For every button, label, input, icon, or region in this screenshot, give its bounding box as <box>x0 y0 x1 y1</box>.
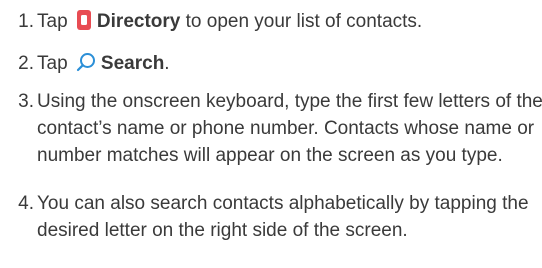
directory-label: Directory <box>96 11 181 32</box>
step-1-number: 1 <box>6 8 34 35</box>
step-3-number: 3 <box>6 88 34 115</box>
step-1-text: Tap Directory to open your list of conta… <box>37 8 422 39</box>
step-2-before: Tap <box>37 53 73 74</box>
step-4-text: You can also search contacts alphabetica… <box>37 193 529 241</box>
step-4: 4 You can also search contacts alphabeti… <box>6 190 542 244</box>
step-1-after: to open your list of contacts. <box>180 11 423 32</box>
step-1-before: Tap <box>37 11 73 32</box>
step-3-text: Using the onscreen keyboard, type the fi… <box>37 91 542 166</box>
step-2-after: . <box>164 53 170 74</box>
step-3: 3 Using the onscreen keyboard, type the … <box>6 88 542 169</box>
instructions-page: 1 Tap Directory to open your list of con… <box>0 0 542 268</box>
directory-icon <box>75 9 93 39</box>
step-1: 1 Tap Directory to open your list of con… <box>6 8 422 39</box>
step-2-number: 2 <box>6 50 34 77</box>
search-icon <box>75 51 97 81</box>
step-2-text: Tap Search. <box>37 50 170 81</box>
step-2: 2 Tap Search. <box>6 50 170 81</box>
step-4-number: 4 <box>6 190 34 217</box>
search-label: Search <box>100 53 165 74</box>
